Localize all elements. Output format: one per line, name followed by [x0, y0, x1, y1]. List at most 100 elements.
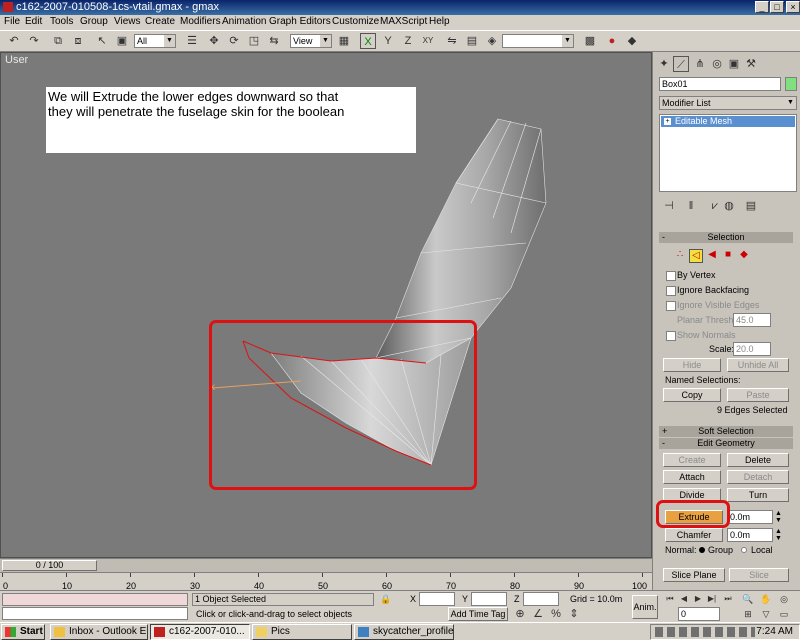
- by-vertex-checkbox[interactable]: [666, 271, 676, 281]
- detach-button[interactable]: Detach: [727, 470, 789, 484]
- redo-icon[interactable]: ↷: [26, 33, 42, 49]
- maxscript-listener-2[interactable]: [2, 607, 188, 620]
- snap-icon[interactable]: ⊕: [512, 606, 528, 622]
- menu-tools[interactable]: Tools: [50, 16, 73, 27]
- restrict-xy-icon[interactable]: XY: [420, 33, 436, 49]
- menu-customize[interactable]: Customize: [332, 16, 379, 27]
- scale-icon[interactable]: ◳: [246, 33, 262, 49]
- rotate-icon[interactable]: ⟳: [226, 33, 242, 49]
- menu-animation[interactable]: Animation: [222, 16, 266, 27]
- viewport-user[interactable]: User x We will Extrude the lower edges d…: [0, 52, 652, 558]
- mirror-icon[interactable]: ⇆: [266, 33, 282, 49]
- quick-render-icon[interactable]: ◆: [624, 33, 640, 49]
- copy-button[interactable]: Copy: [663, 388, 721, 402]
- object-color-swatch[interactable]: [785, 77, 797, 91]
- edit-geometry-rollout-header[interactable]: - Edit Geometry: [659, 438, 793, 449]
- move-icon[interactable]: ✥: [206, 33, 222, 49]
- angle-snap-icon[interactable]: ∠: [530, 606, 546, 622]
- group-radio[interactable]: [699, 547, 705, 553]
- named-selection-dropdown[interactable]: ▼: [502, 34, 574, 48]
- selection-rollout-header[interactable]: - Selection: [659, 232, 793, 243]
- pan-icon[interactable]: ✋: [758, 591, 774, 607]
- restrict-y-icon[interactable]: Y: [380, 33, 396, 49]
- vertex-mode-icon[interactable]: ∴: [673, 249, 687, 263]
- ref-coord-dropdown[interactable]: View ▼: [290, 34, 332, 48]
- extrude-amount-spinner[interactable]: 0.0m: [727, 510, 773, 524]
- link-icon[interactable]: ⧉: [50, 33, 66, 49]
- percent-snap-icon[interactable]: %: [548, 606, 564, 622]
- go-to-end-icon[interactable]: ⏭: [720, 591, 736, 607]
- restrict-x-icon[interactable]: X: [360, 33, 376, 49]
- menu-help[interactable]: Help: [429, 16, 450, 27]
- timeline-ruler[interactable]: 0 10 20 30 40 50 60 70 80 90 100: [0, 572, 652, 591]
- lock-icon[interactable]: 🔒: [378, 591, 394, 607]
- modify-tab-icon[interactable]: ⟋: [673, 56, 689, 72]
- create-tab-icon[interactable]: ✦: [656, 56, 672, 72]
- hierarchy-tab-icon[interactable]: ⋔: [692, 56, 708, 72]
- pin-stack-icon[interactable]: ⊣: [661, 198, 677, 214]
- configure-modifier-icon[interactable]: ▤: [743, 198, 759, 214]
- slice-button[interactable]: Slice: [729, 568, 789, 582]
- ignore-backfacing-checkbox[interactable]: [666, 286, 676, 296]
- task-outlook[interactable]: Inbox - Outlook E...: [50, 624, 148, 640]
- menu-create[interactable]: Create: [145, 16, 175, 27]
- spinner-arrows-icon[interactable]: ▲ ▼: [775, 528, 782, 542]
- expand-icon[interactable]: +: [664, 118, 671, 125]
- hide-button[interactable]: Hide: [663, 358, 721, 372]
- maximize-viewport-icon[interactable]: ▭: [776, 606, 792, 622]
- y-coord-field[interactable]: [471, 592, 507, 606]
- time-slider[interactable]: 0 / 100: [0, 558, 652, 572]
- menu-graph-editors[interactable]: Graph Editors: [269, 16, 331, 27]
- restrict-z-icon[interactable]: Z: [400, 33, 416, 49]
- start-button[interactable]: Start: [1, 624, 45, 640]
- object-name-field[interactable]: Box01: [659, 77, 781, 91]
- select-arrow-icon[interactable]: ↖: [94, 33, 110, 49]
- unlink-icon[interactable]: ⧈: [70, 33, 86, 49]
- show-normals-checkbox[interactable]: [666, 331, 676, 341]
- unhide-all-button[interactable]: Unhide All: [727, 358, 789, 372]
- region-select-icon[interactable]: ▣: [114, 33, 130, 49]
- scale-spinner[interactable]: 20.0: [733, 342, 771, 356]
- menu-modifiers[interactable]: Modifiers: [180, 16, 221, 27]
- stack-item-editable-mesh[interactable]: + Editable Mesh: [661, 116, 795, 127]
- element-mode-icon[interactable]: ◆: [737, 249, 751, 263]
- edge-mode-icon[interactable]: ◁: [689, 249, 703, 263]
- menu-group[interactable]: Group: [80, 16, 108, 27]
- pivot-icon[interactable]: ▦: [336, 33, 352, 49]
- display-tab-icon[interactable]: ▣: [726, 56, 742, 72]
- z-coord-field[interactable]: [523, 592, 559, 606]
- slice-plane-button[interactable]: Slice Plane: [663, 568, 725, 582]
- motion-tab-icon[interactable]: ◎: [709, 56, 725, 72]
- utilities-tab-icon[interactable]: ⚒: [743, 56, 759, 72]
- face-mode-icon[interactable]: ◀: [705, 249, 719, 263]
- maximize-button[interactable]: □: [770, 1, 784, 13]
- orbit-icon[interactable]: ◎: [776, 591, 792, 607]
- select-by-name-icon[interactable]: ☰: [184, 33, 200, 49]
- spinner-arrows-icon[interactable]: ▲ ▼: [775, 510, 782, 524]
- task-pics[interactable]: Pics: [252, 624, 352, 640]
- menu-edit[interactable]: Edit: [25, 16, 42, 27]
- menu-views[interactable]: Views: [114, 16, 141, 27]
- zoom-extents-icon[interactable]: ⊞: [740, 606, 756, 622]
- ignore-visible-edges-checkbox[interactable]: [666, 301, 676, 311]
- modifier-list-dropdown[interactable]: Modifier List ▼: [659, 96, 797, 110]
- paste-button[interactable]: Paste: [727, 388, 789, 402]
- menu-maxscript[interactable]: MAXScript: [380, 16, 427, 27]
- zoom-icon[interactable]: 🔍: [740, 591, 756, 607]
- chamfer-button[interactable]: Chamfer: [665, 528, 723, 542]
- attach-button[interactable]: Attach: [663, 470, 721, 484]
- soft-selection-rollout-header[interactable]: + Soft Selection: [659, 426, 793, 437]
- current-frame-field[interactable]: 0: [678, 607, 720, 621]
- minimize-button[interactable]: _: [755, 1, 769, 13]
- add-time-tag-button[interactable]: Add Time Tag: [448, 607, 508, 621]
- time-slider-thumb[interactable]: 0 / 100: [2, 560, 97, 571]
- menu-file[interactable]: File: [4, 16, 20, 27]
- array-icon[interactable]: ▤: [464, 33, 480, 49]
- create-button[interactable]: Create: [663, 453, 721, 467]
- chamfer-amount-spinner[interactable]: 0.0m: [727, 528, 773, 542]
- remove-modifier-icon[interactable]: ◍: [721, 198, 737, 214]
- show-end-result-icon[interactable]: ‖: [683, 198, 699, 214]
- delete-button[interactable]: Delete: [727, 453, 789, 467]
- maxscript-listener[interactable]: [2, 593, 188, 606]
- mirror-tool-icon[interactable]: ⇋: [444, 33, 460, 49]
